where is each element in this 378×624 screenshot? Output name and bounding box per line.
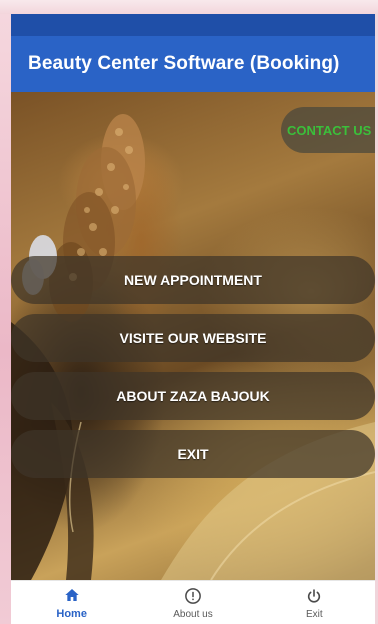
info-icon bbox=[183, 586, 203, 606]
nav-exit[interactable]: Exit bbox=[254, 581, 375, 624]
power-icon bbox=[304, 586, 324, 606]
about-button[interactable]: ABOUT ZAZA BAJOUK bbox=[11, 372, 375, 420]
visit-website-button[interactable]: VISITE OUR WEBSITE bbox=[11, 314, 375, 362]
home-background: CONTACT US NEW APPOINTMENT VISITE OUR WE… bbox=[11, 92, 375, 580]
background-frame-left bbox=[0, 14, 11, 624]
app-bar: Beauty Center Software (Booking) bbox=[11, 36, 375, 92]
exit-button[interactable]: EXIT bbox=[11, 430, 375, 478]
contact-us-button[interactable]: CONTACT US bbox=[281, 107, 375, 153]
new-appointment-button[interactable]: NEW APPOINTMENT bbox=[11, 256, 375, 304]
home-icon bbox=[62, 585, 82, 605]
nav-about-us-label: About us bbox=[173, 608, 213, 620]
status-bar bbox=[11, 14, 375, 36]
bottom-navigation: Home About us Exit bbox=[11, 580, 375, 624]
app-title: Beauty Center Software (Booking) bbox=[28, 53, 340, 74]
phone-screen: Beauty Center Software (Booking) CONTACT… bbox=[11, 14, 375, 624]
nav-home-label: Home bbox=[56, 608, 87, 620]
nav-about-us[interactable]: About us bbox=[132, 581, 253, 624]
nav-home[interactable]: Home bbox=[11, 581, 132, 624]
background-frame-top bbox=[0, 0, 378, 14]
nav-exit-label: Exit bbox=[305, 608, 323, 620]
